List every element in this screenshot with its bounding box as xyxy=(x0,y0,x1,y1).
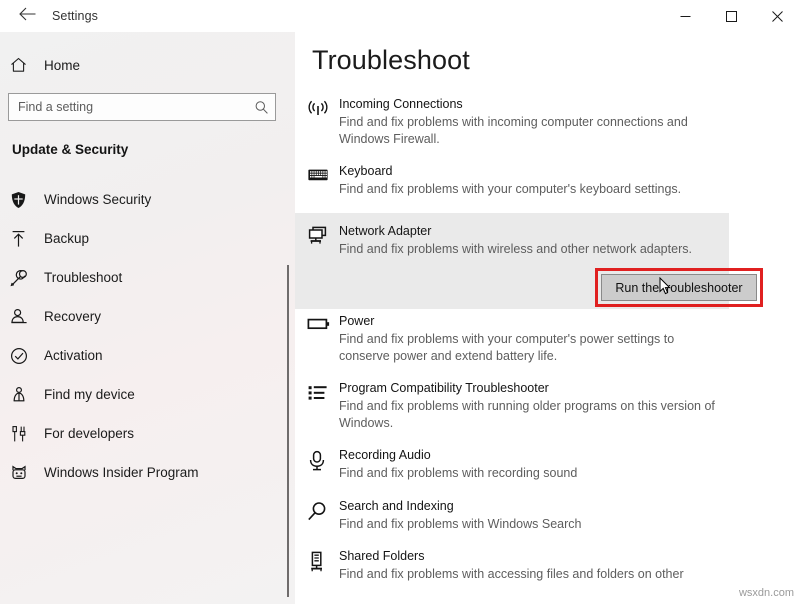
back-button[interactable] xyxy=(8,0,46,32)
troubleshooter-item-recording-audio[interactable]: Recording Audio Find and fix problems wi… xyxy=(295,439,800,490)
sidebar-item-activation[interactable]: Activation xyxy=(0,336,280,375)
run-troubleshooter-button[interactable]: Run the troubleshooter xyxy=(601,274,757,301)
troubleshooter-name: Incoming Connections xyxy=(339,97,463,111)
troubleshooter-item-shared-folders[interactable]: Shared Folders Find and fix problems wit… xyxy=(295,540,800,591)
sidebar-item-find-my-device[interactable]: Find my device xyxy=(0,375,280,414)
troubleshooter-item-keyboard[interactable]: Keyboard Find and fix problems with your… xyxy=(295,155,800,206)
battery-icon xyxy=(295,313,339,364)
troubleshooter-description: Find and fix problems with your computer… xyxy=(339,182,682,196)
troubleshooter-item-power[interactable]: Power Find and fix problems with your co… xyxy=(295,309,800,372)
shield-icon xyxy=(10,191,40,209)
troubleshooter-name: Program Compatibility Troubleshooter xyxy=(339,381,549,395)
maximize-button[interactable] xyxy=(708,0,754,32)
insider-cat-icon xyxy=(10,464,40,482)
sidebar-group-title: Update & Security xyxy=(12,142,129,157)
sidebar-item-label: Windows Security xyxy=(44,192,152,207)
troubleshooter-name: Search and Indexing xyxy=(339,498,454,513)
sidebar-item-label: Find my device xyxy=(44,387,135,402)
sidebar-item-for-developers[interactable]: For developers xyxy=(0,414,280,453)
watermark: wsxdn.com xyxy=(738,587,794,599)
sidebar-home-label: Home xyxy=(44,57,81,73)
sidebar-item-recovery[interactable]: Recovery xyxy=(0,297,280,336)
troubleshooter-description: Find and fix problems with accessing fil… xyxy=(339,567,684,581)
troubleshooter-name: Network Adapter xyxy=(339,223,432,238)
troubleshooter-item-network-adapter[interactable]: Network Adapter Find and fix problems wi… xyxy=(295,212,763,310)
sidebar-item-troubleshoot[interactable]: Troubleshoot xyxy=(0,258,280,297)
troubleshooter-description: Find and fix problems with incoming comp… xyxy=(339,115,688,146)
sidebar-item-label: Windows Insider Program xyxy=(44,465,199,480)
sidebar-item-label: Troubleshoot xyxy=(44,270,123,285)
list-icon xyxy=(295,380,339,431)
sidebar-item-label: For developers xyxy=(44,426,135,441)
title-bar: Settings xyxy=(0,0,800,32)
troubleshooter-item-search-and-indexing[interactable]: Search and Indexing Find and fix problem… xyxy=(295,490,800,541)
main-content: Troubleshoot Incoming Connections Find a… xyxy=(295,32,800,604)
search-box[interactable] xyxy=(8,93,276,121)
search-input[interactable] xyxy=(9,94,247,120)
broadcast-signal-icon xyxy=(295,96,339,147)
sidebar-list: Windows Security Backup Troubleshoot Rec… xyxy=(0,180,280,492)
troubleshooter-description: Find and fix problems with wireless and … xyxy=(339,241,692,256)
troubleshooter-item-incoming-connections[interactable]: Incoming Connections Find and fix proble… xyxy=(295,90,800,155)
network-adapter-icon xyxy=(295,223,339,310)
troubleshooter-name: Keyboard xyxy=(339,164,393,178)
recovery-icon xyxy=(10,308,40,326)
troubleshooter-action-row: Run the troubleshooter xyxy=(339,257,763,309)
troubleshooter-name: Shared Folders xyxy=(339,549,425,563)
sidebar-item-label: Activation xyxy=(44,348,103,363)
troubleshooter-name: Power xyxy=(339,314,375,328)
close-button[interactable] xyxy=(754,0,800,32)
keyboard-icon xyxy=(295,163,339,198)
find-device-icon xyxy=(10,386,40,404)
developer-tools-icon xyxy=(10,425,40,443)
page-title: Troubleshoot xyxy=(312,45,470,75)
sidebar-item-windows-insider-program[interactable]: Windows Insider Program xyxy=(0,453,280,492)
microphone-icon xyxy=(295,447,339,482)
window-title: Settings xyxy=(52,9,98,23)
window-controls xyxy=(662,0,800,32)
search-icon xyxy=(247,100,275,115)
troubleshooter-description: Find and fix problems with Windows Searc… xyxy=(339,516,582,531)
settings-window: Settings Home Find a setting Update & Se… xyxy=(0,0,800,604)
minimize-button[interactable] xyxy=(662,0,708,32)
sidebar: Home Update & Security xyxy=(0,32,295,604)
wrench-icon xyxy=(10,269,40,287)
shared-folders-icon xyxy=(295,548,339,583)
troubleshooter-item-program-compatibility[interactable]: Program Compatibility Troubleshooter Fin… xyxy=(295,372,800,439)
sidebar-item-windows-security[interactable]: Windows Security xyxy=(0,180,280,219)
sidebar-scrollbar[interactable] xyxy=(287,265,289,597)
sidebar-item-label: Backup xyxy=(44,231,90,246)
troubleshooter-list: Incoming Connections Find and fix proble… xyxy=(295,90,800,591)
magnifier-icon xyxy=(295,498,339,533)
troubleshooter-description: Find and fix problems with recording sou… xyxy=(339,466,578,480)
home-icon xyxy=(10,57,38,73)
close-icon xyxy=(771,10,783,22)
check-circle-icon xyxy=(10,347,40,365)
maximize-icon xyxy=(725,10,737,22)
upload-arrow-icon xyxy=(10,230,40,248)
troubleshooter-description: Find and fix problems with running older… xyxy=(339,399,715,430)
minimize-icon xyxy=(680,15,690,17)
troubleshooter-name: Recording Audio xyxy=(339,448,431,462)
sidebar-item-home[interactable]: Home xyxy=(0,48,270,82)
back-arrow-icon xyxy=(18,7,36,26)
sidebar-item-backup[interactable]: Backup xyxy=(0,219,280,258)
troubleshooter-description: Find and fix problems with your computer… xyxy=(339,332,675,363)
sidebar-item-label: Recovery xyxy=(44,309,102,324)
